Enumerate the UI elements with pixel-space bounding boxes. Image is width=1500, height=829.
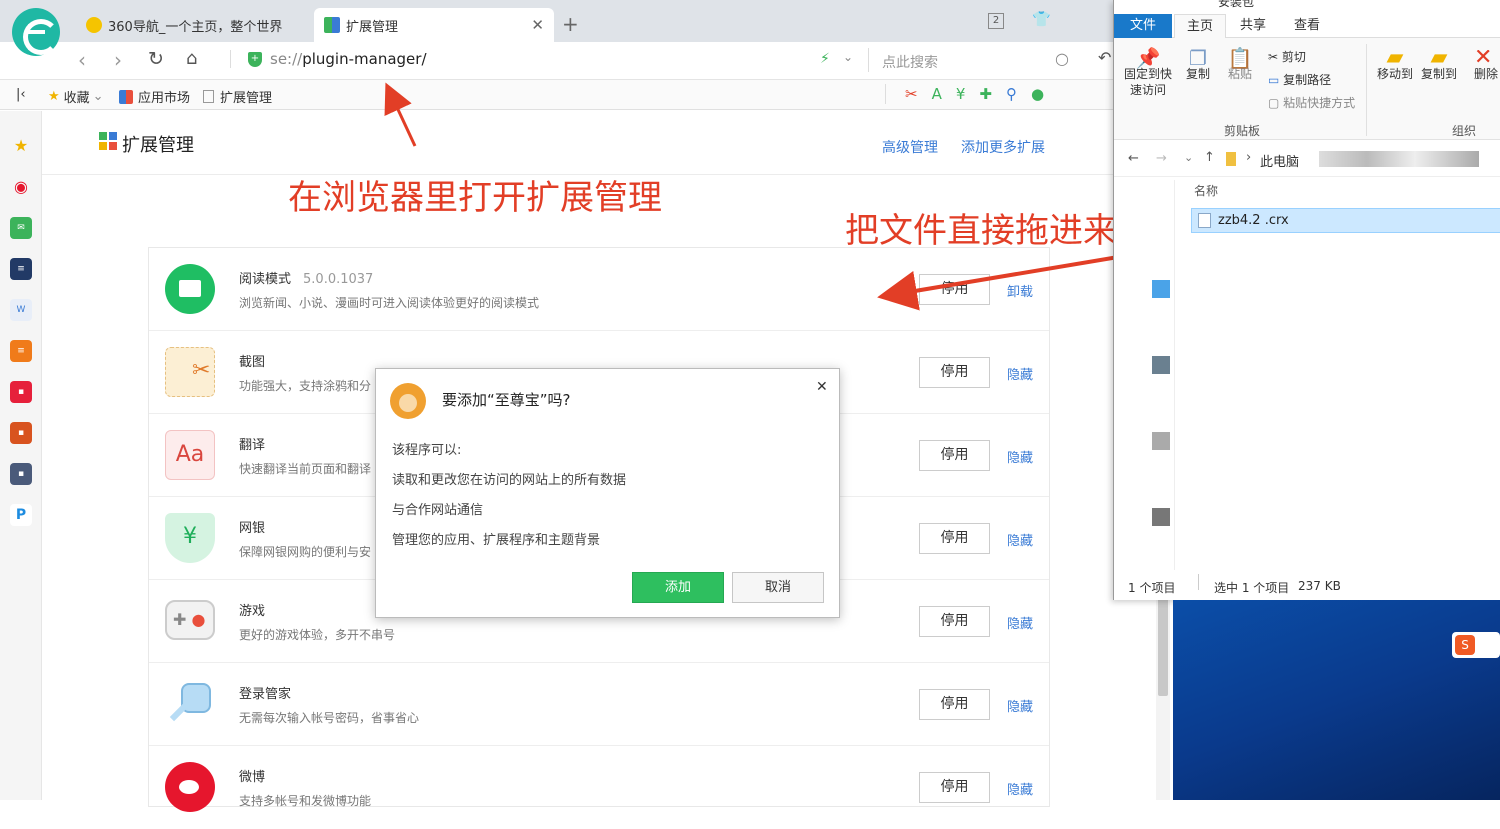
window-title: 安装包 <box>1218 0 1255 9</box>
copy-to-button[interactable]: ▰ 复制到 <box>1418 45 1460 82</box>
copy-button[interactable]: ❐ 复制 <box>1180 46 1216 82</box>
pin-icon: 📌 <box>1135 46 1161 70</box>
up-icon[interactable]: ↑ <box>1204 150 1215 165</box>
status-selected: 选中 1 个项目 <box>1214 581 1290 595</box>
copy-path-button[interactable]: ▭ 复制路径 <box>1268 71 1331 88</box>
file-item[interactable]: zzb4.2 .crx <box>1191 208 1500 233</box>
divider <box>1174 180 1175 570</box>
tab-file[interactable]: 文件 <box>1114 14 1172 38</box>
button-label: 复制路径 <box>1283 73 1332 87</box>
folder-copy-icon: ▰ <box>1430 45 1448 70</box>
navigation-pane <box>1114 180 1174 570</box>
button-label: 删除 <box>1474 67 1499 81</box>
back-icon[interactable]: ← <box>1128 151 1139 166</box>
annotation-open-manager: 在浏览器里打开扩展管理 <box>288 178 662 218</box>
paste-button[interactable]: 📋 粘贴 <box>1222 46 1258 82</box>
folder-icon <box>1226 152 1236 166</box>
copy-icon: ❐ <box>1189 46 1207 70</box>
annotation-drag-file: 把文件直接拖进来 <box>845 211 1117 251</box>
button-label: 粘贴 <box>1227 67 1252 81</box>
file-explorer-window: 安装包 文件 主页 共享 查看 📌 固定到快速访问 ❐ 复制 📋 粘贴 ✂ 剪切 ▭ … <box>1113 0 1500 600</box>
status-items: 1 个项目 <box>1128 581 1176 595</box>
paste-shortcut-button[interactable]: ▢ 粘贴快捷方式 <box>1268 94 1355 111</box>
blurred-path <box>1319 151 1479 167</box>
chevron-right-icon: › <box>1246 150 1252 165</box>
button-label: 粘贴快捷方式 <box>1283 96 1356 110</box>
nav-item-icon[interactable] <box>1152 432 1170 450</box>
pin-quick-access-button[interactable]: 📌 固定到快速访问 <box>1120 46 1176 98</box>
path-segment[interactable]: 此电脑 <box>1260 151 1299 170</box>
chevron-down-icon[interactable]: ⌄ <box>1184 151 1193 164</box>
delete-icon: ✕ <box>1474 50 1493 70</box>
nav-item-icon[interactable] <box>1152 280 1170 298</box>
nav-item-icon[interactable] <box>1152 508 1170 526</box>
crx-file-icon <box>1198 213 1211 228</box>
tab-home[interactable]: 主页 <box>1174 14 1227 38</box>
group-organize-label: 组织 <box>1452 124 1477 138</box>
cut-icon: ✂ <box>1268 50 1279 64</box>
folder-move-icon: ▰ <box>1386 45 1404 70</box>
file-name: zzb4.2 .crx <box>1218 213 1289 228</box>
column-header-name[interactable]: 名称 <box>1194 182 1218 199</box>
ribbon: 📌 固定到快速访问 ❐ 复制 📋 粘贴 ✂ 剪切 ▭ 复制路径 ▢ 粘贴快捷方式 剪贴… <box>1114 38 1500 140</box>
ribbon-tabs: 文件 主页 共享 查看 <box>1114 14 1500 38</box>
browser-logo-icon[interactable] <box>12 8 60 56</box>
button-label: 固定到快速访问 <box>1123 67 1172 97</box>
ime-indicator-icon[interactable]: S <box>1452 632 1500 658</box>
button-label: 复制 <box>1185 67 1210 81</box>
desktop-background <box>1173 600 1500 800</box>
divider <box>1366 44 1367 136</box>
move-to-button[interactable]: ▰ 移动到 <box>1374 45 1416 82</box>
divider <box>1198 574 1199 590</box>
status-bar: 1 个项目 选中 1 个项目 237 KB <box>1114 574 1500 598</box>
nav-item-icon[interactable] <box>1152 356 1170 374</box>
explorer-address-bar: ← → ⌄ ↑ › 此电脑 <box>1114 141 1500 177</box>
delete-button[interactable]: ✕ 删除 <box>1474 50 1500 82</box>
paste-shortcut-icon: ▢ <box>1268 96 1280 110</box>
tab-share[interactable]: 共享 <box>1228 14 1278 38</box>
button-label: 复制到 <box>1420 67 1457 81</box>
button-label: 移动到 <box>1376 67 1413 81</box>
cut-button[interactable]: ✂ 剪切 <box>1268 48 1306 65</box>
group-clipboard-label: 剪贴板 <box>1224 124 1261 138</box>
forward-icon[interactable]: → <box>1156 151 1167 166</box>
arrow-to-address <box>384 82 417 147</box>
tab-view[interactable]: 查看 <box>1282 14 1332 38</box>
button-label: 剪切 <box>1281 50 1306 64</box>
paste-icon: 📋 <box>1227 46 1253 70</box>
copy-path-icon: ▭ <box>1268 73 1280 87</box>
status-size: 237 KB <box>1298 579 1341 593</box>
